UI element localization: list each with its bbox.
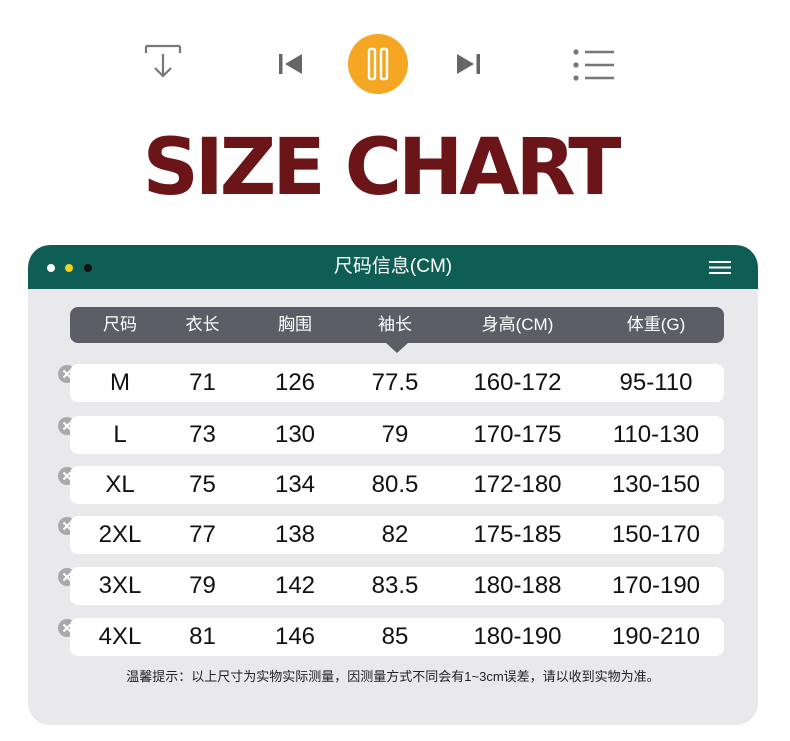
size-chart-window: 尺码信息(CM) 尺码 衣长 胸围 袖长 身高(CM) 体重(G) M 71 126… — [28, 245, 758, 725]
table-cell: 75 — [189, 471, 216, 498]
table-cell: 83.5 — [371, 572, 419, 599]
table-cell: 180-190 — [473, 623, 562, 650]
size-note: 温馨提示：以上尺寸为实物实际测量，因测量方式不同会有1~3cm误差，请以收到实物… — [126, 669, 660, 684]
hamburger-menu-icon[interactable] — [708, 260, 732, 280]
table-cell: 82 — [381, 521, 409, 548]
column-header: 胸围 — [278, 315, 312, 334]
table-cell: 150-170 — [611, 521, 701, 548]
table-cell: M — [110, 369, 130, 396]
header-pointer — [386, 343, 408, 353]
table-cell: 146 — [274, 623, 316, 650]
table-cell: 172-180 — [473, 471, 562, 498]
column-header: 体重(G) — [626, 315, 686, 334]
table-row: L 73 130 79 170-175 110-130 — [70, 416, 724, 454]
table-cell: 3XL — [98, 572, 142, 599]
skip-previous-icon[interactable] — [278, 52, 304, 76]
column-header: 身高(CM) — [481, 315, 554, 334]
column-header: 衣长 — [185, 315, 220, 334]
table-cell: 73 — [189, 421, 216, 448]
download-icon[interactable] — [144, 44, 182, 80]
pause-icon — [367, 47, 389, 81]
table-cell: 79 — [381, 421, 409, 448]
table-cell: 4XL — [98, 623, 142, 650]
table-cell: 175-185 — [473, 521, 562, 548]
table-row: 4XL 81 146 85 180-190 190-210 — [70, 618, 724, 656]
table-cell: 142 — [274, 572, 316, 599]
table-cell: 170-190 — [611, 572, 701, 599]
table-cell: 71 — [189, 369, 216, 396]
table-cell: 2XL — [98, 521, 142, 548]
media-controls — [0, 0, 790, 130]
table-header: 尺码 衣长 胸围 袖长 身高(CM) 体重(G) — [70, 307, 724, 343]
table-cell: 110-130 — [612, 421, 700, 448]
table-cell: 130 — [274, 421, 316, 448]
table-cell: XL — [105, 471, 135, 498]
table-cell: 80.5 — [371, 471, 419, 498]
table-cell: 126 — [274, 369, 316, 396]
window-title: 尺码信息(CM) — [333, 256, 453, 277]
table-cell: 160-172 — [473, 369, 562, 396]
table-cell: 95-110 — [619, 369, 693, 396]
column-header: 袖长 — [378, 315, 412, 334]
table-cell: 138 — [274, 521, 316, 548]
window-titlebar: 尺码信息(CM) — [28, 245, 758, 289]
table-cell: 130-150 — [611, 471, 701, 498]
pause-button[interactable] — [348, 34, 408, 94]
table-cell: 190-210 — [611, 623, 701, 650]
skip-next-icon[interactable] — [455, 52, 481, 76]
table-cell: 170-175 — [473, 421, 562, 448]
table-cell: 77 — [189, 521, 216, 548]
table-cell: 81 — [189, 623, 216, 650]
table-cell: 180-188 — [473, 572, 562, 599]
table-row: 2XL 77 138 82 175-185 150-170 — [70, 516, 724, 554]
column-header: 尺码 — [103, 315, 137, 334]
page-title: SIZE CHART — [142, 123, 622, 213]
table-cell: 79 — [189, 572, 216, 599]
table-row: M 71 126 77.5 160-172 95-110 — [70, 364, 724, 402]
playlist-icon[interactable] — [572, 48, 616, 82]
table-cell: L — [113, 421, 127, 448]
table-cell: 77.5 — [371, 369, 419, 396]
table-cell: 85 — [381, 623, 409, 650]
table-row: 3XL 79 142 83.5 180-188 170-190 — [70, 567, 724, 605]
table-cell: 134 — [274, 471, 316, 498]
table-row: XL 75 134 80.5 172-180 130-150 — [70, 466, 724, 504]
